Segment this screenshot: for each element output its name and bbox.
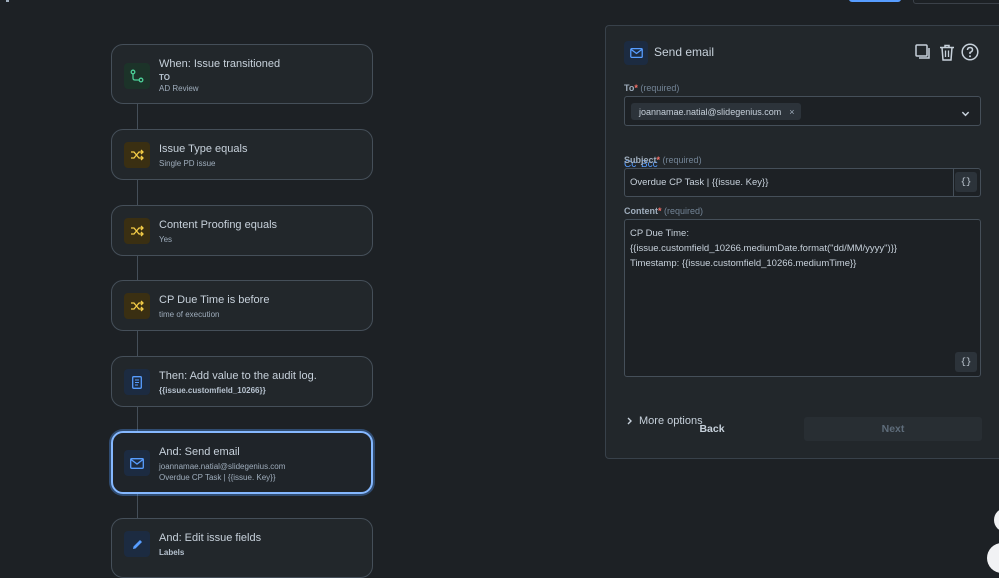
content-line: CP Due Time: xyxy=(630,228,689,239)
remove-recipient-icon[interactable]: × xyxy=(789,107,794,117)
panel-title: Send email xyxy=(654,45,715,59)
document-icon xyxy=(124,369,150,395)
step-title: Content Proofing equals xyxy=(159,219,278,231)
subject-label-text: Subject xyxy=(624,155,657,165)
required-hint: (required) xyxy=(662,155,702,165)
step-title: And: Edit issue fields xyxy=(159,532,262,544)
subject-input[interactable]: Overdue CP Task | {{issue. Key}} {} xyxy=(624,168,981,197)
required-star: * xyxy=(634,83,638,93)
duplicate-icon[interactable] xyxy=(914,43,932,61)
send-email-panel: Send email To* (required) joannamae.nati… xyxy=(605,25,999,459)
step-detail: TO xyxy=(159,73,170,82)
flow-connector xyxy=(137,331,138,356)
back-button[interactable]: Back xyxy=(624,417,800,441)
required-star: * xyxy=(656,155,661,165)
flow-step-condition[interactable]: Issue Type equals Single PD issue xyxy=(111,129,373,180)
top-edge-fragment xyxy=(6,0,9,2)
required-star: * xyxy=(658,206,662,216)
shuffle-icon xyxy=(124,293,150,319)
step-detail: Labels xyxy=(159,548,185,557)
delete-icon[interactable] xyxy=(938,43,956,61)
flow-connector xyxy=(137,180,138,205)
step-title: And: Send email xyxy=(159,446,240,458)
mail-icon xyxy=(624,41,648,65)
flow-connector xyxy=(137,256,138,280)
help-icon[interactable] xyxy=(961,43,979,61)
content-line: {{issue.customfield_10266.mediumDate.for… xyxy=(630,243,898,254)
flow-step-trigger[interactable]: When: Issue transitioned TO AD Review xyxy=(111,44,373,104)
mail-icon xyxy=(124,450,150,476)
floating-widget[interactable] xyxy=(987,543,999,573)
insert-smart-value-button[interactable]: {} xyxy=(955,352,977,372)
flow-step-condition[interactable]: CP Due Time is before time of execution xyxy=(111,280,373,331)
to-label: To* (required) xyxy=(624,83,679,93)
flow-connector xyxy=(137,494,138,518)
content-textarea[interactable]: CP Due Time: {{issue.customfield_10266.m… xyxy=(624,219,981,377)
step-title: Issue Type equals xyxy=(159,143,248,155)
flow-step-action[interactable]: And: Edit issue fields Labels xyxy=(111,518,373,578)
required-hint: (required) xyxy=(664,206,704,216)
subject-value: Overdue CP Task | {{issue. Key}} xyxy=(630,177,769,188)
flow-connector xyxy=(137,104,138,129)
step-detail: Single PD issue xyxy=(159,159,216,168)
required-hint: (required) xyxy=(640,83,680,93)
branch-icon xyxy=(124,63,150,89)
floating-widget[interactable] xyxy=(994,508,999,532)
next-button[interactable]: Next xyxy=(804,417,982,441)
shuffle-icon xyxy=(124,218,150,244)
flow-step-action[interactable]: Then: Add value to the audit log. {{issu… xyxy=(111,356,373,407)
step-detail: Overdue CP Task | {{issue. Key}} xyxy=(159,473,276,482)
top-secondary-button[interactable] xyxy=(913,0,999,4)
top-primary-button[interactable] xyxy=(849,0,901,2)
pencil-icon xyxy=(124,531,150,557)
content-line: Timestamp: {{issue.customfield_10266.med… xyxy=(630,258,857,269)
step-detail: time of execution xyxy=(159,310,220,319)
insert-smart-value-button[interactable]: {} xyxy=(955,172,977,192)
step-detail: AD Review xyxy=(159,84,199,93)
recipient-tag: joannamae.natial@slidegenius.com × xyxy=(631,103,801,120)
shuffle-icon xyxy=(124,142,150,168)
flow-connector xyxy=(137,407,138,431)
to-label-text: To xyxy=(624,83,635,93)
subject-label: Subject* (required) xyxy=(624,155,702,165)
content-label-text: Content xyxy=(624,206,658,216)
step-title: When: Issue transitioned xyxy=(159,58,281,70)
step-title: CP Due Time is before xyxy=(159,294,270,306)
step-detail: {{issue.customfield_10266}} xyxy=(159,386,266,395)
flow-step-condition[interactable]: Content Proofing equals Yes xyxy=(111,205,373,256)
flow-step-action-selected[interactable]: And: Send email joannamae.natial@slidege… xyxy=(111,431,373,494)
to-field[interactable]: joannamae.natial@slidegenius.com × xyxy=(624,96,981,126)
recipient-email: joannamae.natial@slidegenius.com xyxy=(639,106,782,117)
chevron-down-icon[interactable] xyxy=(961,106,970,121)
step-detail: joannamae.natial@slidegenius.com xyxy=(159,462,286,471)
content-label: Content* (required) xyxy=(624,206,703,216)
step-title: Then: Add value to the audit log. xyxy=(159,370,317,382)
step-detail: Yes xyxy=(159,235,173,244)
